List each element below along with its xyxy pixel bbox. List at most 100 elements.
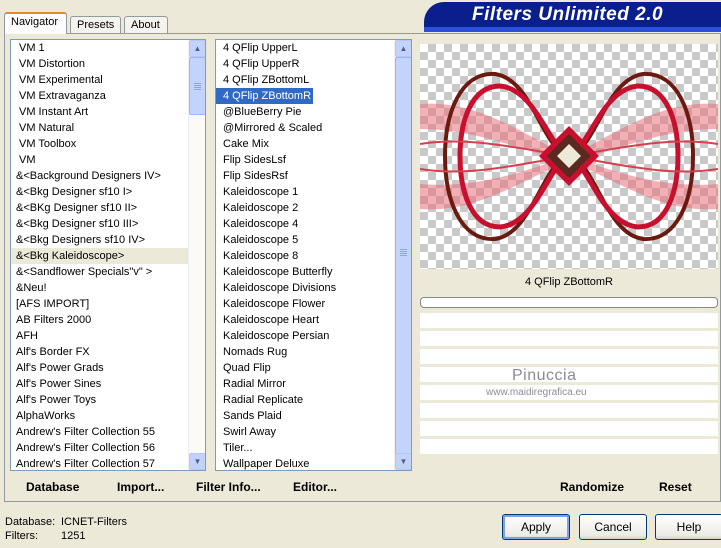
main-panel: VM 1 VM Distortion VM Experimental VM Extra… (4, 33, 721, 502)
preview-filter-name: 4 QFlip ZBottomR (524, 276, 614, 288)
scroll-down-arrow-icon[interactable]: ▼ (395, 453, 411, 470)
filter-item[interactable]: Kaleidoscope 2 (216, 200, 394, 216)
filter-scrollbar[interactable]: ▲ ▼ (394, 40, 411, 470)
category-item[interactable]: &<BKg Designer sf10 II> (11, 200, 188, 216)
category-item[interactable]: Alf's Power Grads (11, 360, 188, 376)
category-item[interactable]: Andrew's Filter Collection 55 (11, 424, 188, 440)
app-header: Filters Unlimited 2.0 (424, 2, 721, 32)
category-item[interactable]: AlphaWorks (11, 408, 188, 424)
randomize-link[interactable]: Randomize (560, 480, 624, 494)
filter-item[interactable]: Swirl Away (216, 424, 394, 440)
category-item[interactable]: [AFS IMPORT] (11, 296, 188, 312)
filter-item[interactable]: Kaleidoscope Divisions (216, 280, 394, 296)
filter-item[interactable]: Flip SidesLsf (216, 152, 394, 168)
category-item[interactable]: VM Toolbox (11, 136, 188, 152)
scroll-thumb[interactable] (189, 57, 205, 115)
filter-item[interactable]: Wallpaper Deluxe (216, 456, 394, 470)
parameter-row (420, 349, 718, 365)
filter-item[interactable]: Nomads Rug (216, 344, 394, 360)
category-item[interactable]: Andrew's Filter Collection 57 (11, 456, 188, 470)
apply-button[interactable]: Apply (502, 514, 570, 540)
filter-item[interactable]: Kaleidoscope Butterfly (216, 264, 394, 280)
filter-item[interactable]: Kaleidoscope Persian (216, 328, 394, 344)
filter-list: 4 QFlip UpperL 4 QFlip UpperR 4 QFlip ZBot… (216, 40, 394, 470)
category-item[interactable]: VM Experimental (11, 72, 188, 88)
filter-item[interactable]: 4 QFlip UpperR (216, 56, 394, 72)
app-title: Filters Unlimited 2.0 (472, 4, 664, 25)
category-item[interactable]: VM Natural (11, 120, 188, 136)
filter-item[interactable]: Quad Flip (216, 360, 394, 376)
category-item[interactable]: VM Instant Art (11, 104, 188, 120)
category-item[interactable]: VM (11, 152, 188, 168)
progress-bar (420, 297, 718, 308)
filter-item[interactable]: @Mirrored & Scaled (216, 120, 394, 136)
filters-count: 1251 (61, 530, 86, 542)
parameter-row (420, 439, 718, 455)
category-item[interactable]: AFH (11, 328, 188, 344)
category-scrollbar[interactable]: ▲ ▼ (188, 40, 205, 470)
tab-presets[interactable]: Presets (70, 16, 121, 34)
import-link[interactable]: Import... (117, 480, 164, 494)
filter-item[interactable]: Cake Mix (216, 136, 394, 152)
parameter-row (420, 331, 718, 347)
filter-item[interactable]: Kaleidoscope Heart (216, 312, 394, 328)
database-value: ICNET-Filters (61, 516, 127, 528)
tab-navigator[interactable]: Navigator (4, 12, 67, 34)
filter-item[interactable]: Kaleidoscope 4 (216, 216, 394, 232)
scroll-up-arrow-icon[interactable]: ▲ (189, 40, 205, 57)
filters-label: Filters: (5, 530, 38, 542)
filter-item[interactable]: @BlueBerry Pie (216, 104, 394, 120)
filter-item[interactable]: Kaleidoscope 8 (216, 248, 394, 264)
reset-link[interactable]: Reset (659, 480, 692, 494)
filter-item[interactable]: 4 QFlip ZBottomL (216, 72, 394, 88)
watermark-name: Pinuccia (512, 367, 577, 384)
category-item[interactable]: VM Distortion (11, 56, 188, 72)
watermark-url: www.maidiregrafica.eu (486, 387, 587, 398)
preview-image (420, 44, 718, 269)
database-label: Database: (5, 516, 56, 528)
filter-item[interactable]: Radial Mirror (216, 376, 394, 392)
category-item[interactable]: Alf's Border FX (11, 344, 188, 360)
help-button[interactable]: Help (655, 514, 721, 540)
filter-item[interactable]: Flip SidesRsf (216, 168, 394, 184)
category-listbox[interactable]: VM 1 VM Distortion VM Experimental VM Extra… (10, 39, 206, 471)
scroll-down-arrow-icon[interactable]: ▼ (189, 453, 205, 470)
category-item[interactable]: &<Sandflower Specials"v" > (11, 264, 188, 280)
tab-about[interactable]: About (124, 16, 168, 34)
preview-actions-bar: Randomize Reset (420, 474, 718, 498)
filter-info-link[interactable]: Filter Info... (196, 480, 261, 494)
filter-item[interactable]: 4 QFlip ZBottomR (216, 88, 314, 104)
category-item[interactable]: &<Background Designers IV> (11, 168, 188, 184)
database-link[interactable]: Database (26, 480, 79, 494)
filter-item[interactable]: Tiler... (216, 440, 394, 456)
filter-item[interactable]: 4 QFlip UpperL (216, 40, 394, 56)
filter-item[interactable]: Kaleidoscope 1 (216, 184, 394, 200)
cancel-button[interactable]: Cancel (579, 514, 647, 540)
scroll-up-arrow-icon[interactable]: ▲ (395, 40, 411, 57)
category-item[interactable]: AB Filters 2000 (11, 312, 188, 328)
parameter-row (420, 403, 718, 419)
category-item[interactable]: &<Bkg Designer sf10 I> (11, 184, 188, 200)
parameter-row (420, 313, 718, 329)
parameter-row (420, 421, 718, 437)
filter-item[interactable]: Sands Plaid (216, 408, 394, 424)
filter-item[interactable]: Radial Replicate (216, 392, 394, 408)
category-item[interactable]: Alf's Power Sines (11, 376, 188, 392)
category-item[interactable]: &<Bkg Designers sf10 IV> (11, 232, 188, 248)
category-item[interactable]: VM Extravaganza (11, 88, 188, 104)
category-item[interactable]: VM 1 (11, 40, 188, 56)
preview-artwork (420, 71, 718, 242)
category-item[interactable]: &<Bkg Kaleidoscope> (11, 248, 188, 264)
category-item[interactable]: Andrew's Filter Collection 56 (11, 440, 188, 456)
list-actions-bar: Database Import... Filter Info... Editor… (10, 474, 412, 498)
filter-listbox[interactable]: 4 QFlip UpperL 4 QFlip UpperR 4 QFlip ZBot… (215, 39, 412, 471)
filter-item[interactable]: Kaleidoscope 5 (216, 232, 394, 248)
filter-item[interactable]: Kaleidoscope Flower (216, 296, 394, 312)
editor-link[interactable]: Editor... (293, 480, 337, 494)
status-area: Database: ICNET-Filters Filters: 1251 (5, 515, 127, 543)
scroll-thumb[interactable] (395, 57, 411, 455)
category-list: VM 1 VM Distortion VM Experimental VM Extra… (11, 40, 188, 470)
category-item[interactable]: &<Bkg Designer sf10 III> (11, 216, 188, 232)
category-item[interactable]: Alf's Power Toys (11, 392, 188, 408)
category-item[interactable]: &Neu! (11, 280, 188, 296)
